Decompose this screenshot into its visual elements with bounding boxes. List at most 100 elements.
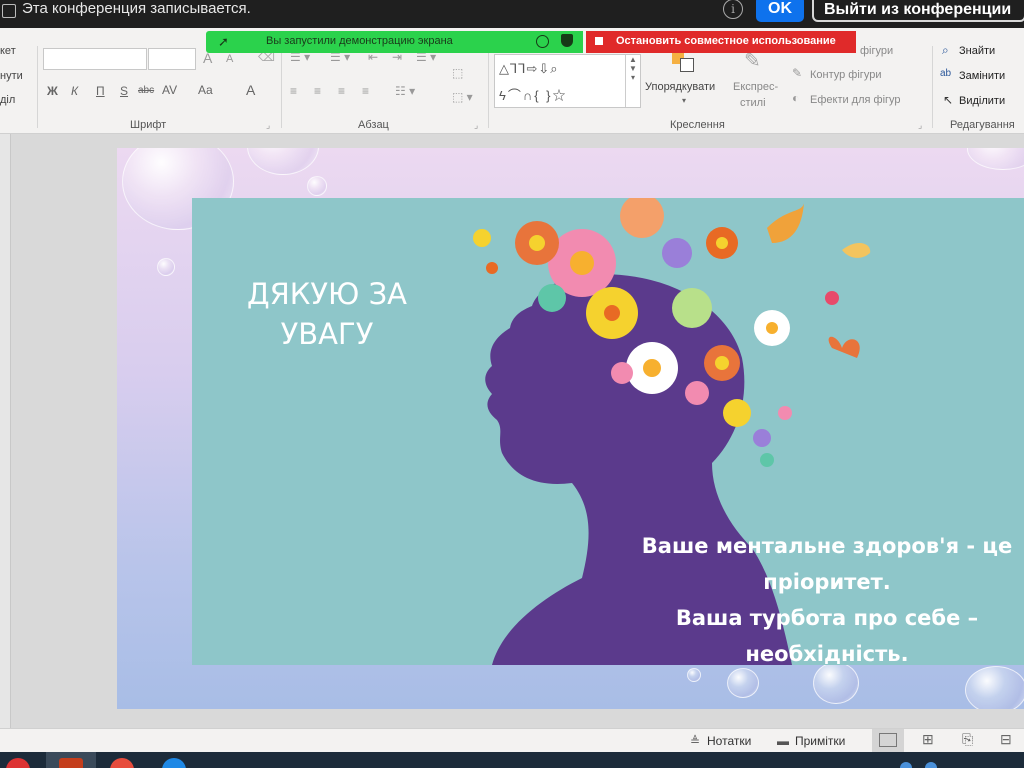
normal-view-icon (879, 733, 897, 747)
underline-button[interactable]: П (96, 84, 105, 98)
flower-shape (753, 429, 771, 447)
shapes-gallery[interactable]: △⅂⅂⇨⇩⌕ ϟ⌒∩{ }☆ ▲ ▼ ▾ (494, 54, 641, 108)
editing-group-label: Редагування (950, 119, 1015, 131)
character-spacing-button[interactable]: AV (162, 83, 177, 97)
butterfly-shape (828, 336, 860, 358)
flower-shape (716, 237, 728, 249)
flower-shape (529, 235, 545, 251)
flower-shape (604, 305, 620, 321)
flower-shape (723, 399, 751, 427)
leaf-shape (842, 242, 871, 258)
pause-share-icon[interactable] (536, 35, 549, 48)
flower-shape (662, 238, 692, 268)
flower-shape (825, 291, 839, 305)
font-size-input[interactable] (148, 48, 196, 70)
shapes-scroll[interactable]: ▲ ▼ ▾ (625, 55, 640, 107)
status-bar: ≜ Нотатки ▬ Примітки ⊞ ⎘ ⊟ (0, 728, 1024, 753)
select-icon[interactable]: ↖ (943, 93, 953, 107)
align-center-icon[interactable]: ≡ (314, 84, 321, 98)
ribbon-separator (932, 46, 933, 128)
smartart-icon[interactable]: ⬚ ▾ (452, 90, 473, 104)
font-name-input[interactable] (43, 48, 147, 70)
font-group-label: Шрифт (130, 119, 167, 131)
find-button[interactable]: Знайти (959, 45, 995, 57)
comments-button[interactable]: Примітки (795, 734, 845, 748)
ribbon-left-item-3[interactable]: діл (0, 94, 15, 106)
security-shield-icon[interactable] (561, 34, 573, 47)
align-left-icon[interactable]: ≡ (290, 84, 297, 98)
slide-canvas[interactable]: ДЯКУЮ ЗА УВАГУ Ваше ментальне здоров'я -… (117, 148, 1024, 709)
chrome-icon[interactable] (110, 758, 134, 768)
change-case-button[interactable]: Aa (198, 83, 213, 97)
ribbon-separator (488, 46, 489, 128)
slideshow-icon[interactable]: ⊟ (1000, 731, 1012, 748)
thumbnail-pane-edge[interactable] (0, 134, 11, 728)
opera-icon[interactable] (6, 758, 30, 768)
ribbon-left-item-2[interactable]: нути (0, 70, 23, 82)
shadow-button[interactable]: S (120, 84, 128, 98)
windows-taskbar (0, 752, 1024, 768)
shapes-row-2[interactable]: ϟ⌒∩{ }☆ (499, 85, 568, 104)
justify-icon[interactable]: ≡ (362, 84, 369, 98)
taskbar-active-app[interactable] (46, 752, 96, 768)
align-right-icon[interactable]: ≡ (338, 84, 345, 98)
zoom-icon[interactable] (162, 758, 186, 768)
select-button[interactable]: Виділити (959, 95, 1005, 107)
thanks-line-2: УВАГУ (280, 317, 374, 351)
tray-icon[interactable] (900, 762, 912, 768)
shape-effects-button[interactable]: Ефекти для фігур (810, 94, 901, 106)
font-color-button[interactable]: A (246, 82, 255, 98)
normal-view-button[interactable] (872, 729, 904, 753)
drawing-dialog-launcher-icon[interactable]: ⌟ (918, 120, 922, 131)
flower-shape (760, 453, 774, 467)
shape-outline-button[interactable]: Контур фігури (810, 69, 881, 81)
water-drop-image (813, 662, 859, 704)
reading-view-icon[interactable]: ⎘ (962, 731, 973, 748)
quick-styles-label-2[interactable]: стилі (740, 97, 766, 109)
notes-icon[interactable]: ≜ (690, 734, 700, 748)
replace-button[interactable]: Замінити (959, 70, 1005, 82)
ribbon-separator (37, 46, 38, 128)
slide-sorter-icon[interactable]: ⊞ (922, 731, 934, 748)
comments-icon[interactable]: ▬ (777, 734, 789, 748)
flower-shape (685, 381, 709, 405)
ok-button[interactable]: OK (756, 0, 804, 22)
recording-bar: Эта конференция записывается. i OK Выйти… (0, 0, 1024, 28)
mental-health-quote[interactable]: Ваше ментальне здоров'я - це пріоритет. … (622, 528, 1024, 665)
paragraph-dialog-launcher-icon[interactable]: ⌟ (474, 120, 478, 131)
shape-effects-icon[interactable]: ◐ (792, 91, 799, 105)
strikethrough-button[interactable]: abc (138, 85, 154, 96)
bold-button[interactable]: Ж (47, 84, 58, 98)
leave-meeting-button[interactable]: Выйти из конференции (812, 0, 1024, 22)
replace-icon[interactable]: ab (940, 68, 951, 79)
ribbon-left-item-1[interactable]: кет (0, 45, 16, 57)
recording-icon (2, 4, 16, 18)
arrange-dropdown-icon[interactable]: ▾ (682, 96, 686, 105)
flower-shape (643, 359, 661, 377)
arrange-button[interactable]: Упорядкувати (645, 81, 715, 93)
decrease-font-icon[interactable]: A (226, 53, 233, 65)
flower-shape (778, 406, 792, 420)
thanks-title[interactable]: ДЯКУЮ ЗА УВАГУ (237, 274, 417, 354)
italic-button[interactable]: К (71, 84, 78, 98)
shape-outline-icon[interactable]: ✎ (792, 66, 802, 80)
tray-icon[interactable] (925, 762, 937, 768)
font-dialog-launcher-icon[interactable]: ⌟ (266, 120, 270, 131)
text-direction-icon[interactable]: ⬚ (452, 66, 463, 80)
quick-styles-label-1[interactable]: Експрес- (733, 81, 778, 93)
stop-share-button[interactable]: Остановить совместное использование (586, 31, 856, 53)
columns-icon[interactable]: ☷ ▾ (395, 84, 415, 98)
drawing-group-label: Креслення (670, 119, 725, 131)
shape-fill-button[interactable]: фігури (860, 45, 893, 57)
screen-share-banner: ➚ Вы запустили демонстрацию экрана (206, 31, 583, 53)
arrange-icon[interactable] (672, 52, 696, 74)
water-drop-image (727, 668, 759, 698)
stop-share-label: Остановить совместное использование (616, 35, 836, 47)
flower-shape (766, 322, 778, 334)
info-icon[interactable]: i (723, 0, 743, 19)
find-icon[interactable]: ⌕ (942, 43, 949, 58)
notes-button[interactable]: Нотатки (707, 734, 751, 748)
shapes-row-1[interactable]: △⅂⅂⇨⇩⌕ (499, 61, 559, 77)
slide-content-panel[interactable]: ДЯКУЮ ЗА УВАГУ Ваше ментальне здоров'я -… (192, 198, 1024, 665)
flower-shape (486, 262, 498, 274)
